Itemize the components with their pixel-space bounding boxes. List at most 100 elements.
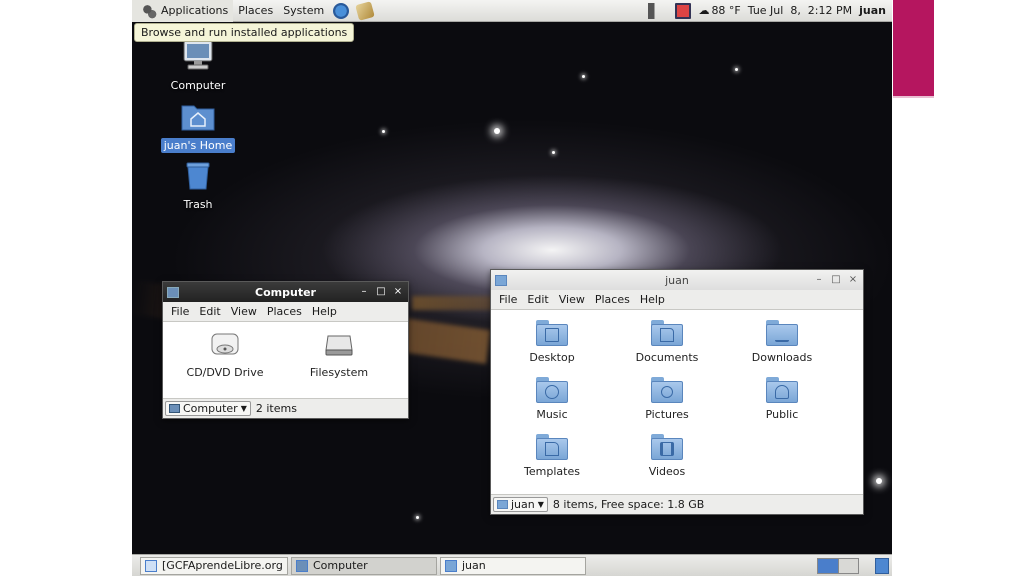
maximize-button[interactable]: □ [375,286,387,298]
folder-desktop[interactable]: Desktop [502,320,602,364]
bottom-taskbar: [GCFAprendeLibre.org ... Computer juan [132,554,892,576]
computer-window-content: CD/DVD Drive Filesystem [163,321,408,399]
folder-templates[interactable]: Templates [502,434,602,478]
computer-window: Computer – □ × File Edit View Places Hel… [162,281,409,419]
minimize-button[interactable]: – [358,286,370,298]
clock[interactable]: Tue Jul 8, 2:12 PM [748,4,852,17]
folder-task-icon [445,559,457,572]
menu-edit[interactable]: Edit [522,293,553,306]
close-button[interactable]: × [392,286,404,298]
desktop-icon-computer[interactable]: Computer [158,40,238,93]
file-item-filesystem[interactable]: Filesystem [289,330,389,379]
folder-label: Public [765,408,799,421]
folder-public[interactable]: Public [732,377,832,421]
documents-folder-icon [651,320,683,346]
workspace-1[interactable] [818,558,838,573]
computer-task-icon [296,559,308,572]
desktop-icon-label: Computer [170,79,226,92]
folder-label: Templates [524,465,580,478]
computer-window-icon [167,286,179,298]
task-button-browser[interactable]: [GCFAprendeLibre.org ... [140,556,288,575]
folder-downloads[interactable]: Downloads [732,320,832,364]
public-folder-icon [766,377,798,403]
folder-label: Downloads [751,351,813,364]
folder-videos[interactable]: Videos [617,434,717,478]
folder-documents[interactable]: Documents [617,320,717,364]
places-menu-label: Places [238,4,274,17]
menu-view[interactable]: View [554,293,590,306]
menu-help[interactable]: Help [635,293,670,306]
close-button[interactable]: × [847,274,859,286]
user-menu[interactable]: juan [859,4,886,17]
web-browser-launcher-icon[interactable] [333,2,350,19]
wallpaper-star [382,130,385,133]
computer-window-statusbar: Computer ▼ 2 items [163,399,408,417]
network-icon[interactable] [675,2,692,19]
folder-label: Desktop [529,351,575,364]
menu-edit[interactable]: Edit [194,305,225,318]
home-window-statusbar: juan ▼ 8 items, Free space: 1.8 GB [491,495,863,513]
menu-file[interactable]: File [494,293,522,306]
menu-file[interactable]: File [166,305,194,318]
applications-menu[interactable]: Applications [132,0,234,22]
maximize-button[interactable]: □ [830,274,842,286]
places-menu[interactable]: Places [233,0,278,22]
menu-view[interactable]: View [226,305,262,318]
computer-window-titlebar[interactable]: Computer – □ × [163,282,408,302]
folder-label: Pictures [645,408,689,421]
wallpaper-star [876,478,882,484]
folder-pictures[interactable]: Pictures [617,377,717,421]
home-folder-icon [181,105,215,131]
templates-folder-icon [536,434,568,460]
home-window-titlebar[interactable]: juan – □ × [491,270,863,290]
home-window: juan – □ × File Edit View Places Help De… [490,269,864,515]
weather-indicator[interactable]: ☁ 88 °F [698,4,740,17]
weather-temperature: 88 °F [711,4,741,17]
status-text: 2 items [255,401,297,415]
task-button-juan[interactable]: juan [440,556,586,575]
folder-label: Documents [635,351,699,364]
top-panel: Applications Places System ☁ 88 °F Tue J… [132,0,892,22]
pictures-folder-icon [651,377,683,403]
menu-help[interactable]: Help [307,305,342,318]
wallpaper-star [735,68,738,71]
chevron-down-icon: ▼ [240,403,247,413]
home-small-icon [497,499,508,509]
folder-label: Videos [648,465,686,478]
browser-task-icon [145,559,157,572]
minimize-button[interactable]: – [813,274,825,286]
slide-accent-bar [893,0,934,96]
cloud-icon: ☁ [698,4,710,17]
wallpaper-star [582,75,585,78]
location-dropdown-value: Computer [183,401,238,415]
desktop-folder-icon [536,320,568,346]
workspace-2[interactable] [838,558,858,573]
applications-tooltip: Browse and run installed applications [134,23,355,42]
trash-applet-icon[interactable] [875,557,889,574]
status-text: 8 items, Free space: 1.8 GB [552,497,705,511]
file-item-cd-drive[interactable]: CD/DVD Drive [175,330,275,379]
system-menu[interactable]: System [278,0,329,22]
location-dropdown[interactable]: juan ▼ [493,496,548,512]
wallpaper-star [552,151,555,154]
desktop-icon-trash[interactable]: Trash [158,159,238,212]
computer-window-menubar: File Edit View Places Help [163,302,408,321]
desktop-icon-home[interactable]: juan's Home [158,100,238,153]
workspace-switcher[interactable] [817,557,859,574]
volume-icon[interactable] [648,2,665,19]
desktop-screen: Applications Places System ☁ 88 °F Tue J… [132,0,892,576]
folder-music[interactable]: Music [502,377,602,421]
cd-drive-icon [211,333,239,355]
mail-launcher-icon[interactable] [355,0,376,21]
panel-status-area: ☁ 88 °F Tue Jul 8, 2:12 PM juan [644,0,892,22]
menu-places[interactable]: Places [262,305,307,318]
wallpaper-star [494,128,500,134]
gnome-foot-icon [141,2,157,19]
location-dropdown[interactable]: Computer ▼ [165,400,251,416]
music-folder-icon [536,377,568,403]
desktop-icon-label: Trash [183,198,213,211]
task-button-computer[interactable]: Computer [291,556,437,575]
menu-places[interactable]: Places [590,293,635,306]
file-item-label: CD/DVD Drive [186,366,264,379]
harddisk-icon [325,335,353,356]
